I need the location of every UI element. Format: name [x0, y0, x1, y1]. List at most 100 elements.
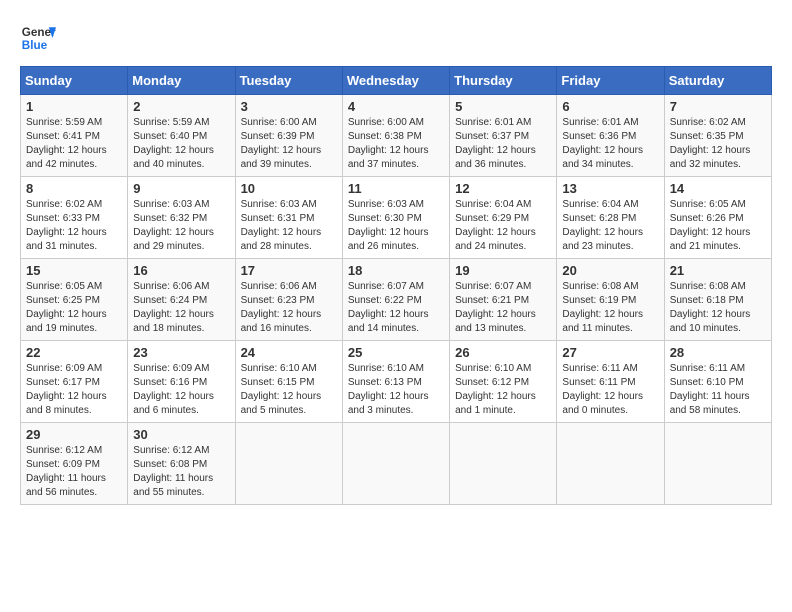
day-info: Sunrise: 5:59 AMSunset: 6:41 PMDaylight:…: [26, 117, 107, 170]
calendar-header: SundayMondayTuesdayWednesdayThursdayFrid…: [21, 67, 772, 95]
day-info: Sunrise: 6:12 AMSunset: 6:09 PMDaylight:…: [26, 445, 106, 498]
day-number: 20: [562, 263, 658, 278]
calendar-week-row: 8 Sunrise: 6:02 AMSunset: 6:33 PMDayligh…: [21, 177, 772, 259]
calendar-day-cell: 6 Sunrise: 6:01 AMSunset: 6:36 PMDayligh…: [557, 95, 664, 177]
day-number: 8: [26, 181, 122, 196]
svg-text:Blue: Blue: [22, 39, 48, 52]
calendar-day-cell: 29 Sunrise: 6:12 AMSunset: 6:09 PMDaylig…: [21, 423, 128, 505]
day-info: Sunrise: 6:05 AMSunset: 6:25 PMDaylight:…: [26, 281, 107, 334]
empty-cell: [557, 423, 664, 505]
day-info: Sunrise: 6:03 AMSunset: 6:31 PMDaylight:…: [241, 199, 322, 252]
calendar-day-cell: 22 Sunrise: 6:09 AMSunset: 6:17 PMDaylig…: [21, 341, 128, 423]
day-number: 26: [455, 345, 551, 360]
calendar-day-cell: 12 Sunrise: 6:04 AMSunset: 6:29 PMDaylig…: [450, 177, 557, 259]
calendar-week-row: 29 Sunrise: 6:12 AMSunset: 6:09 PMDaylig…: [21, 423, 772, 505]
day-number: 25: [348, 345, 444, 360]
day-info: Sunrise: 6:06 AMSunset: 6:23 PMDaylight:…: [241, 281, 322, 334]
calendar-day-cell: 15 Sunrise: 6:05 AMSunset: 6:25 PMDaylig…: [21, 259, 128, 341]
day-number: 15: [26, 263, 122, 278]
empty-cell: [342, 423, 449, 505]
day-number: 16: [133, 263, 229, 278]
day-of-week-header: Saturday: [664, 67, 771, 95]
day-info: Sunrise: 6:08 AMSunset: 6:18 PMDaylight:…: [670, 281, 751, 334]
day-number: 28: [670, 345, 766, 360]
calendar-day-cell: 1 Sunrise: 5:59 AMSunset: 6:41 PMDayligh…: [21, 95, 128, 177]
day-info: Sunrise: 6:05 AMSunset: 6:26 PMDaylight:…: [670, 199, 751, 252]
day-number: 14: [670, 181, 766, 196]
day-number: 3: [241, 99, 337, 114]
day-number: 29: [26, 427, 122, 442]
day-info: Sunrise: 6:04 AMSunset: 6:28 PMDaylight:…: [562, 199, 643, 252]
day-info: Sunrise: 6:00 AMSunset: 6:38 PMDaylight:…: [348, 117, 429, 170]
calendar-day-cell: 20 Sunrise: 6:08 AMSunset: 6:19 PMDaylig…: [557, 259, 664, 341]
calendar-day-cell: 4 Sunrise: 6:00 AMSunset: 6:38 PMDayligh…: [342, 95, 449, 177]
day-number: 13: [562, 181, 658, 196]
day-info: Sunrise: 6:09 AMSunset: 6:16 PMDaylight:…: [133, 363, 214, 416]
calendar-day-cell: 13 Sunrise: 6:04 AMSunset: 6:28 PMDaylig…: [557, 177, 664, 259]
calendar-day-cell: 9 Sunrise: 6:03 AMSunset: 6:32 PMDayligh…: [128, 177, 235, 259]
day-number: 24: [241, 345, 337, 360]
day-info: Sunrise: 6:03 AMSunset: 6:30 PMDaylight:…: [348, 199, 429, 252]
calendar-day-cell: 5 Sunrise: 6:01 AMSunset: 6:37 PMDayligh…: [450, 95, 557, 177]
day-number: 27: [562, 345, 658, 360]
day-number: 30: [133, 427, 229, 442]
day-number: 5: [455, 99, 551, 114]
day-info: Sunrise: 6:02 AMSunset: 6:33 PMDaylight:…: [26, 199, 107, 252]
day-of-week-header: Wednesday: [342, 67, 449, 95]
day-number: 11: [348, 181, 444, 196]
empty-cell: [664, 423, 771, 505]
day-number: 12: [455, 181, 551, 196]
day-info: Sunrise: 6:11 AMSunset: 6:11 PMDaylight:…: [562, 363, 643, 416]
day-number: 1: [26, 99, 122, 114]
calendar-table: SundayMondayTuesdayWednesdayThursdayFrid…: [20, 66, 772, 505]
calendar-week-row: 22 Sunrise: 6:09 AMSunset: 6:17 PMDaylig…: [21, 341, 772, 423]
day-info: Sunrise: 6:10 AMSunset: 6:13 PMDaylight:…: [348, 363, 429, 416]
day-info: Sunrise: 5:59 AMSunset: 6:40 PMDaylight:…: [133, 117, 214, 170]
day-of-week-header: Friday: [557, 67, 664, 95]
calendar-day-cell: 2 Sunrise: 5:59 AMSunset: 6:40 PMDayligh…: [128, 95, 235, 177]
day-number: 10: [241, 181, 337, 196]
day-of-week-header: Thursday: [450, 67, 557, 95]
day-info: Sunrise: 6:09 AMSunset: 6:17 PMDaylight:…: [26, 363, 107, 416]
calendar-day-cell: 7 Sunrise: 6:02 AMSunset: 6:35 PMDayligh…: [664, 95, 771, 177]
day-number: 22: [26, 345, 122, 360]
day-info: Sunrise: 6:08 AMSunset: 6:19 PMDaylight:…: [562, 281, 643, 334]
calendar-day-cell: 10 Sunrise: 6:03 AMSunset: 6:31 PMDaylig…: [235, 177, 342, 259]
calendar-day-cell: 27 Sunrise: 6:11 AMSunset: 6:11 PMDaylig…: [557, 341, 664, 423]
day-info: Sunrise: 6:10 AMSunset: 6:12 PMDaylight:…: [455, 363, 536, 416]
calendar-day-cell: 30 Sunrise: 6:12 AMSunset: 6:08 PMDaylig…: [128, 423, 235, 505]
day-number: 6: [562, 99, 658, 114]
logo-icon: General Blue: [20, 20, 56, 56]
day-info: Sunrise: 6:00 AMSunset: 6:39 PMDaylight:…: [241, 117, 322, 170]
day-number: 2: [133, 99, 229, 114]
day-number: 17: [241, 263, 337, 278]
day-number: 23: [133, 345, 229, 360]
calendar-week-row: 1 Sunrise: 5:59 AMSunset: 6:41 PMDayligh…: [21, 95, 772, 177]
day-info: Sunrise: 6:01 AMSunset: 6:37 PMDaylight:…: [455, 117, 536, 170]
calendar-day-cell: 17 Sunrise: 6:06 AMSunset: 6:23 PMDaylig…: [235, 259, 342, 341]
day-info: Sunrise: 6:10 AMSunset: 6:15 PMDaylight:…: [241, 363, 322, 416]
calendar-day-cell: 26 Sunrise: 6:10 AMSunset: 6:12 PMDaylig…: [450, 341, 557, 423]
empty-cell: [235, 423, 342, 505]
calendar-day-cell: 8 Sunrise: 6:02 AMSunset: 6:33 PMDayligh…: [21, 177, 128, 259]
day-of-week-header: Monday: [128, 67, 235, 95]
day-info: Sunrise: 6:12 AMSunset: 6:08 PMDaylight:…: [133, 445, 213, 498]
calendar-day-cell: 21 Sunrise: 6:08 AMSunset: 6:18 PMDaylig…: [664, 259, 771, 341]
calendar-day-cell: 11 Sunrise: 6:03 AMSunset: 6:30 PMDaylig…: [342, 177, 449, 259]
calendar-day-cell: 16 Sunrise: 6:06 AMSunset: 6:24 PMDaylig…: [128, 259, 235, 341]
day-of-week-header: Tuesday: [235, 67, 342, 95]
calendar-day-cell: 24 Sunrise: 6:10 AMSunset: 6:15 PMDaylig…: [235, 341, 342, 423]
day-info: Sunrise: 6:03 AMSunset: 6:32 PMDaylight:…: [133, 199, 214, 252]
day-info: Sunrise: 6:11 AMSunset: 6:10 PMDaylight:…: [670, 363, 750, 416]
calendar-day-cell: 25 Sunrise: 6:10 AMSunset: 6:13 PMDaylig…: [342, 341, 449, 423]
calendar-day-cell: 3 Sunrise: 6:00 AMSunset: 6:39 PMDayligh…: [235, 95, 342, 177]
calendar-day-cell: 14 Sunrise: 6:05 AMSunset: 6:26 PMDaylig…: [664, 177, 771, 259]
day-info: Sunrise: 6:04 AMSunset: 6:29 PMDaylight:…: [455, 199, 536, 252]
calendar-day-cell: 19 Sunrise: 6:07 AMSunset: 6:21 PMDaylig…: [450, 259, 557, 341]
day-info: Sunrise: 6:07 AMSunset: 6:22 PMDaylight:…: [348, 281, 429, 334]
day-number: 9: [133, 181, 229, 196]
day-number: 7: [670, 99, 766, 114]
empty-cell: [450, 423, 557, 505]
day-info: Sunrise: 6:02 AMSunset: 6:35 PMDaylight:…: [670, 117, 751, 170]
calendar-day-cell: 28 Sunrise: 6:11 AMSunset: 6:10 PMDaylig…: [664, 341, 771, 423]
